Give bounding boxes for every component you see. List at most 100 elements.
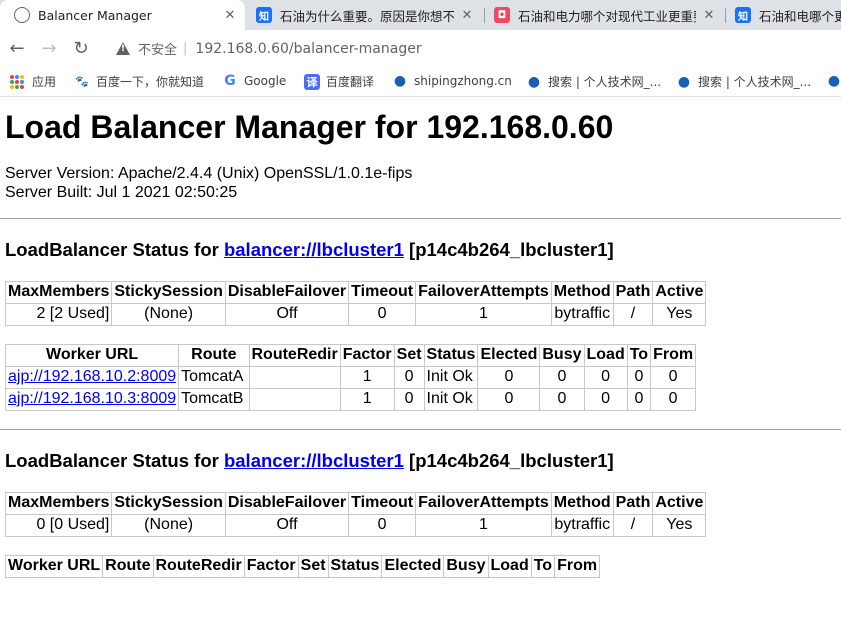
security-label: 不安全 [138,43,178,58]
heading-suffix: [p14c4b264_lbcluster1] [409,239,614,260]
col-load: Load [583,344,628,367]
col-timeout: Timeout [348,281,417,304]
balancer-table: MaxMembers StickySession DisableFailover… [4,492,707,537]
forward-arrow-icon[interactable]: → [38,37,60,59]
warning-triangle-icon: ! [116,42,130,55]
worker-table: Worker URL Route RouteRedir Factor Set S… [4,344,697,411]
cell-maxmembers: 2 [2 Used] [4,303,113,326]
cell-routeredir [248,388,341,411]
page-content: Load Balancer Manager for 192.168.0.60 S… [0,109,841,578]
tab-title: 石油为什么重要。原因是你想不到 [280,8,454,24]
col-routeredir: RouteRedir [248,344,341,367]
col-route: Route [102,555,154,578]
cell-path: / [612,303,654,326]
tab-divider [484,8,485,23]
reload-icon[interactable]: ↻ [70,37,92,59]
table-header-row: MaxMembers StickySession DisableFailover… [4,492,707,515]
worker-url-link[interactable]: ajp://192.168.10.2:8009 [8,368,176,385]
cell-active: Yes [652,514,707,537]
cell-set: 0 [393,388,425,411]
tab-strip: Balancer Manager ✕ 知 石油为什么重要。原因是你想不到 ✕ ◘… [0,0,841,30]
tab-zhihu-1[interactable]: 知 石油为什么重要。原因是你想不到 ✕ [248,0,482,30]
col-path: Path [612,281,654,304]
cell-timeout: 0 [348,303,417,326]
col-elected: Elected [477,344,541,367]
col-worker-url: Worker URL [4,555,104,578]
bookmark-baidu-translate[interactable]: 译 百度翻译 [304,73,374,90]
zhihu-icon: 知 [735,7,751,23]
bookmark-baidu[interactable]: 🐾 百度一下，你就知道 [74,73,204,90]
cell-stickysession: (None) [111,514,226,537]
close-icon[interactable]: ✕ [460,8,474,23]
section-divider [0,429,841,430]
col-failoverattempts: FailoverAttempts [415,492,552,515]
table-row: 2 [2 Used] (None) Off 0 1 bytraffic / Ye… [4,303,707,326]
bookmark-label: 应用 [32,75,57,89]
cell-worker-url: ajp://192.168.10.3:8009 [4,388,180,411]
cell-worker-url: ajp://192.168.10.2:8009 [4,366,180,389]
cell-path: / [612,514,654,537]
bookmark-label: 搜索 | 个人技术网_... [548,75,662,89]
cell-active: Yes [652,303,707,326]
cell-factor: 1 [339,366,395,389]
table-header-row: MaxMembers StickySession DisableFailover… [4,281,707,304]
worker-url-link[interactable]: ajp://192.168.10.3:8009 [8,390,176,407]
globe-icon [14,7,30,23]
bookmark-apps[interactable]: 应用 [10,73,56,90]
col-elected: Elected [381,555,445,578]
bookmark-shipingzhong[interactable]: ● shipingzhong.cn [392,73,512,89]
table-row: 0 [0 Used] (None) Off 0 1 bytraffic / Ye… [4,514,707,537]
col-method: Method [550,492,614,515]
cell-disablefailover: Off [224,514,350,537]
address-bar[interactable]: ! 不安全 | 192.168.0.60/balancer-manager [116,39,422,58]
table-row: ajp://192.168.10.2:8009 TomcatA 1 0 Init… [4,366,697,389]
tab-bilibili[interactable]: ◘ 石油和电力哪个对现代工业更重要 ✕ [486,0,724,30]
balancer-link[interactable]: balancer://lbcluster1 [224,450,404,471]
balancer-heading: LoadBalancer Status for balancer://lbclu… [5,450,841,472]
col-path: Path [612,492,654,515]
back-arrow-icon[interactable]: ← [6,37,28,59]
close-icon[interactable]: ✕ [702,8,716,23]
cell-maxmembers: 0 [0 Used] [4,514,113,537]
cell-to: 0 [626,366,652,389]
col-maxmembers: MaxMembers [4,492,113,515]
table-header-row: Worker URL Route RouteRedir Factor Set S… [4,555,601,578]
bookmark-label: 百度一下，你就知道 [96,75,205,89]
table-header-row: Worker URL Route RouteRedir Factor Set S… [4,344,697,367]
col-set: Set [297,555,329,578]
cell-route: TomcatA [178,366,250,389]
cell-method: bytraffic [550,303,614,326]
apps-grid-icon [10,74,24,89]
balancer-link[interactable]: balancer://lbcluster1 [224,239,404,260]
tab-balancer-manager[interactable]: Balancer Manager ✕ [0,0,245,30]
tab-title: Balancer Manager [38,7,152,23]
address-divider: | [183,41,188,56]
cell-status: Init Ok [423,388,479,411]
cell-routeredir [248,366,341,389]
cell-from: 0 [650,388,697,411]
server-version: Server Version: Apache/2.4.4 (Unix) Open… [5,165,413,182]
baidu-translate-icon: 译 [304,73,320,90]
bookmark-search-2[interactable]: ● 搜索 | 个人技术网_... [676,73,811,90]
zhihu-icon: 知 [256,7,272,23]
google-g-icon: G [224,73,236,89]
bookmark-search-1[interactable]: ● 搜索 | 个人技术网_... [526,73,661,90]
bookmark-more[interactable]: ● [826,73,841,89]
col-from: From [554,555,601,578]
close-icon[interactable]: ✕ [223,8,237,23]
col-from: From [650,344,697,367]
cell-factor: 1 [339,388,395,411]
cell-from: 0 [650,366,697,389]
heading-prefix: LoadBalancer Status for [5,239,219,260]
bookmark-label: 百度翻译 [326,75,375,89]
bookmark-google[interactable]: G Google [222,73,286,89]
cell-stickysession: (None) [111,303,226,326]
col-factor: Factor [339,344,395,367]
col-stickysession: StickySession [111,492,226,515]
tab-zhihu-2[interactable]: 知 石油和电哪个更重 [727,0,841,30]
bookmarks-bar: 应用 🐾 百度一下，你就知道 G Google 译 百度翻译 ● shiping… [0,65,841,97]
baidu-paw-icon: 🐾 [75,75,89,88]
col-disablefailover: DisableFailover [224,281,350,304]
cell-method: bytraffic [550,514,614,537]
cell-failoverattempts: 1 [415,514,552,537]
